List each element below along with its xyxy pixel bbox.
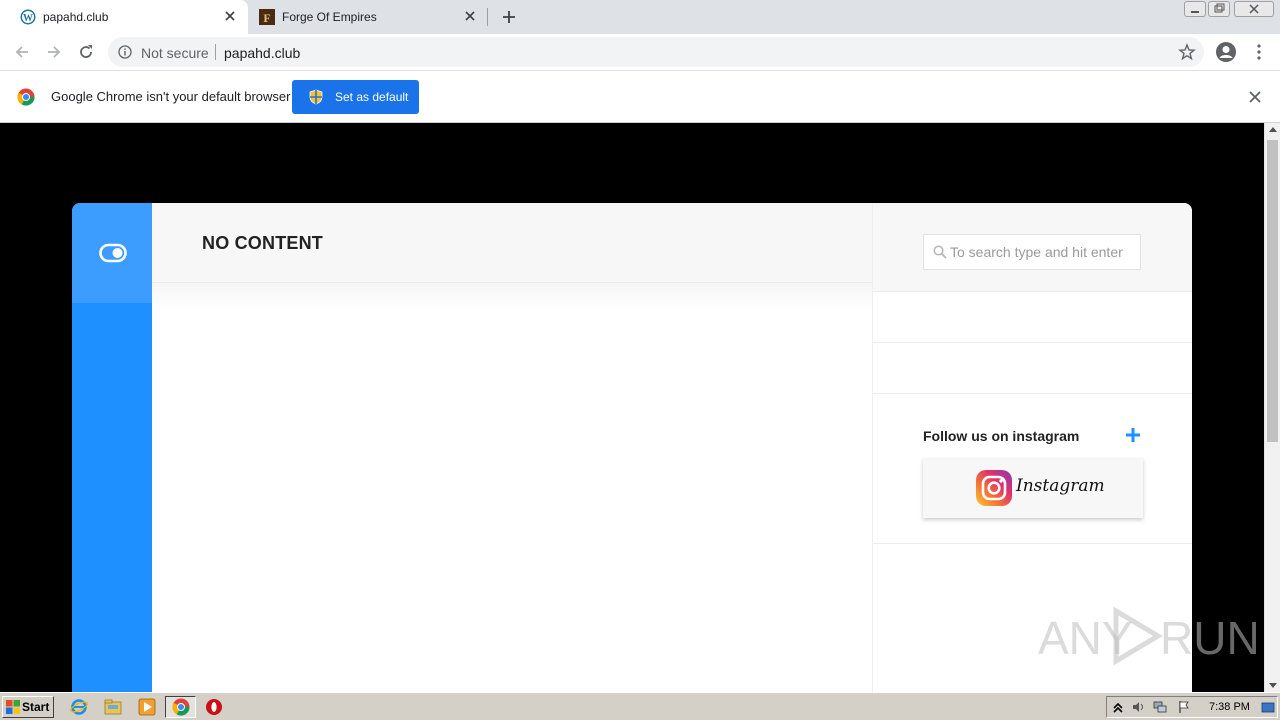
instagram-wordmark: Instagram [1016, 476, 1105, 496]
chrome-icon [172, 698, 190, 716]
media-player-icon[interactable] [138, 698, 156, 716]
minimize-icon [1191, 11, 1199, 13]
set-as-default-button[interactable]: Set as default [292, 80, 419, 114]
info-icon[interactable] [118, 45, 132, 59]
anyrun-watermark: ANY RUN [1038, 607, 1260, 667]
file-explorer-icon[interactable] [104, 698, 122, 716]
windows-flag-icon [6, 700, 20, 714]
chrome-logo-icon [17, 88, 35, 106]
opera-icon[interactable] [205, 698, 223, 716]
close-window-icon [1249, 4, 1259, 14]
set-as-default-label: Set as default [335, 90, 409, 104]
watermark-text-right: RUN [1160, 612, 1260, 664]
restore-icon [1214, 3, 1225, 13]
close-infobar-icon[interactable] [1248, 90, 1262, 104]
show-desktop-icon[interactable] [1261, 700, 1275, 714]
internet-explorer-icon[interactable] [70, 698, 88, 716]
vertical-scrollbar[interactable] [1264, 123, 1280, 692]
header-shadow [152, 283, 872, 313]
start-button[interactable]: Start [2, 696, 54, 718]
scroll-up-arrow-icon[interactable] [1269, 127, 1277, 132]
default-browser-infobar: Google Chrome isn't your default browser… [0, 71, 1280, 123]
reload-icon[interactable] [76, 42, 96, 62]
back-icon[interactable] [12, 42, 32, 62]
tab-title: Forge Of Empires [282, 10, 377, 24]
scrollbar-thumb[interactable] [1267, 140, 1278, 442]
svg-text:W: W [23, 13, 33, 24]
left-rail [72, 203, 152, 692]
main-content [152, 283, 872, 692]
site-logo-icon [99, 243, 127, 263]
restore-window-button[interactable] [1208, 1, 1230, 17]
minimize-window-button[interactable] [1184, 1, 1206, 17]
windows-taskbar: Start 7:38 PM [0, 692, 1280, 720]
profile-avatar-icon[interactable] [1215, 41, 1237, 63]
tab-forge-of-empires[interactable]: F Forge Of Empires [248, 0, 488, 34]
svg-text:F: F [263, 11, 270, 25]
sidebar-search-area [873, 203, 1192, 292]
start-label: Start [22, 700, 50, 714]
url-text[interactable]: papahd.club [224, 45, 300, 61]
network-icon[interactable] [1153, 700, 1167, 714]
search-input[interactable] [950, 235, 1138, 269]
site-logo-box[interactable] [72, 203, 152, 303]
new-tab-icon[interactable] [499, 7, 519, 27]
browser-toolbar: Not secure papahd.club [0, 34, 1280, 71]
tab-title: papahd.club [43, 10, 109, 24]
instagram-heading: Follow us on instagram [923, 428, 1080, 444]
sidebar-widget-empty [873, 292, 1192, 343]
chrome-taskbar-button[interactable] [165, 696, 196, 718]
search-box[interactable] [923, 234, 1141, 270]
infobar-message: Google Chrome isn't your default browser [51, 89, 291, 104]
omnibox-separator [215, 44, 216, 60]
tab-papahd[interactable]: W papahd.club [0, 0, 248, 34]
close-window-button[interactable] [1234, 1, 1274, 17]
forge-of-empires-icon: F [259, 9, 275, 25]
main-header: NO CONTENT [152, 203, 872, 283]
plus-icon[interactable] [1125, 427, 1141, 443]
tab-strip: W papahd.club F Forge Of Empires [0, 0, 1280, 34]
action-center-flag-icon[interactable] [1177, 700, 1191, 714]
volume-icon[interactable] [1131, 700, 1145, 714]
close-tab-icon[interactable] [462, 8, 478, 24]
system-tray: 7:38 PM [1106, 696, 1278, 718]
chrome-menu-icon[interactable] [1250, 42, 1268, 62]
search-icon [933, 245, 947, 259]
page-title: NO CONTENT [202, 233, 323, 253]
show-hidden-icons-icon[interactable] [1111, 700, 1125, 714]
wordpress-icon: W [20, 9, 36, 25]
security-label: Not secure [141, 45, 209, 61]
scroll-down-arrow-icon[interactable] [1269, 683, 1277, 688]
instagram-banner[interactable]: Instagram [923, 458, 1143, 518]
uac-shield-icon [309, 89, 323, 105]
close-tab-icon[interactable] [222, 8, 238, 24]
content-card: NO CONTENT Follow us on instagram [72, 203, 1192, 692]
address-bar[interactable]: Not secure papahd.club [108, 37, 1204, 67]
bookmark-star-icon[interactable] [1178, 43, 1196, 61]
taskbar-clock[interactable]: 7:38 PM [1209, 701, 1250, 713]
sidebar-widget-empty [873, 343, 1192, 394]
tab-separator [487, 8, 488, 26]
forward-icon[interactable] [44, 42, 64, 62]
instagram-icon [976, 470, 1012, 506]
play-icon [1113, 607, 1163, 665]
